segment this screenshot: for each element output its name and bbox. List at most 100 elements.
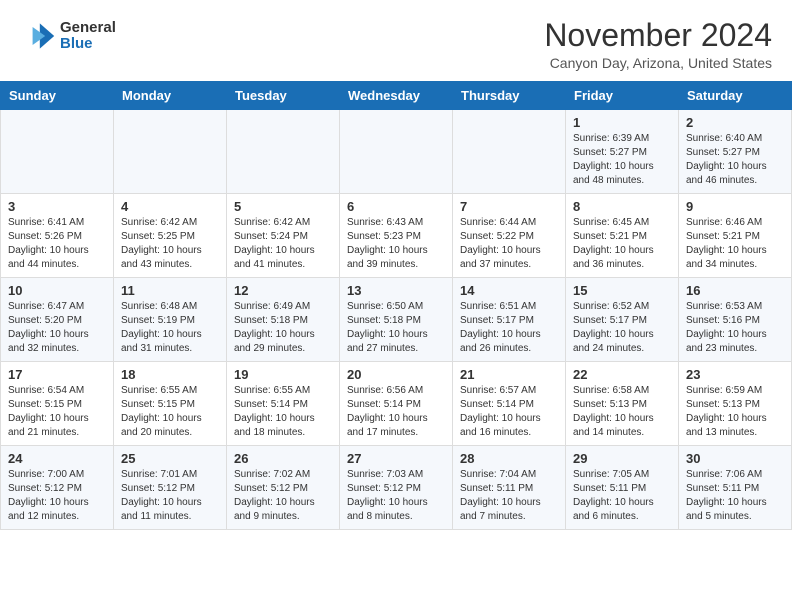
- weekday-header-tuesday: Tuesday: [227, 82, 340, 110]
- weekday-header-thursday: Thursday: [453, 82, 566, 110]
- day-number: 24: [8, 451, 106, 466]
- day-info: Sunrise: 6:39 AM Sunset: 5:27 PM Dayligh…: [573, 132, 671, 188]
- day-cell: 18 Sunrise: 6:55 AM Sunset: 5:15 PM Dayli…: [114, 362, 227, 446]
- logo-line1: General: [60, 20, 116, 37]
- day-number: 9: [686, 199, 784, 214]
- day-info: Sunrise: 6:51 AM Sunset: 5:17 PM Dayligh…: [460, 300, 558, 356]
- day-number: 18: [121, 367, 219, 382]
- day-info: Sunrise: 6:52 AM Sunset: 5:17 PM Dayligh…: [573, 300, 671, 356]
- logo-line2: Blue: [60, 36, 116, 53]
- day-info: Sunrise: 6:56 AM Sunset: 5:14 PM Dayligh…: [347, 384, 445, 440]
- logo-text: General Blue: [60, 20, 116, 53]
- day-cell: 4 Sunrise: 6:42 AM Sunset: 5:25 PM Daylig…: [114, 194, 227, 278]
- weekday-header-monday: Monday: [114, 82, 227, 110]
- day-info: Sunrise: 6:49 AM Sunset: 5:18 PM Dayligh…: [234, 300, 332, 356]
- day-cell: 22 Sunrise: 6:58 AM Sunset: 5:13 PM Dayli…: [566, 362, 679, 446]
- weekday-header-saturday: Saturday: [679, 82, 792, 110]
- month-title: November 2024: [544, 18, 772, 53]
- page: General Blue November 2024 Canyon Day, A…: [0, 0, 792, 530]
- day-number: 5: [234, 199, 332, 214]
- day-cell: 27Sunrise: 7:03 AM Sunset: 5:12 PM Dayli…: [340, 446, 453, 530]
- day-number: 22: [573, 367, 671, 382]
- day-cell: 8Sunrise: 6:45 AM Sunset: 5:21 PM Daylig…: [566, 194, 679, 278]
- day-number: 13: [347, 283, 445, 298]
- day-number: 7: [460, 199, 558, 214]
- day-cell: 30 Sunrise: 7:06 AM Sunset: 5:11 PM Dayli…: [679, 446, 792, 530]
- day-cell: [340, 110, 453, 194]
- day-info: Sunrise: 6:58 AM Sunset: 5:13 PM Dayligh…: [573, 384, 671, 440]
- header: General Blue November 2024 Canyon Day, A…: [0, 0, 792, 81]
- day-cell: [114, 110, 227, 194]
- day-info: Sunrise: 6:55 AM Sunset: 5:15 PM Dayligh…: [121, 384, 219, 440]
- day-number: 15: [573, 283, 671, 298]
- day-info: Sunrise: 7:06 AM Sunset: 5:11 PM Dayligh…: [686, 468, 784, 524]
- day-info: Sunrise: 7:02 AM Sunset: 5:12 PM Dayligh…: [234, 468, 332, 524]
- day-cell: 11Sunrise: 6:48 AM Sunset: 5:19 PM Dayli…: [114, 278, 227, 362]
- day-cell: 19 Sunrise: 6:55 AM Sunset: 5:14 PM Dayli…: [227, 362, 340, 446]
- day-info: Sunrise: 6:42 AM Sunset: 5:25 PM Dayligh…: [121, 216, 219, 272]
- day-cell: 9 Sunrise: 6:46 AM Sunset: 5:21 PM Daylig…: [679, 194, 792, 278]
- logo: General Blue: [20, 18, 116, 54]
- day-cell: 25 Sunrise: 7:01 AM Sunset: 5:12 PM Dayli…: [114, 446, 227, 530]
- day-info: Sunrise: 6:42 AM Sunset: 5:24 PM Dayligh…: [234, 216, 332, 272]
- day-cell: [453, 110, 566, 194]
- day-info: Sunrise: 7:01 AM Sunset: 5:12 PM Dayligh…: [121, 468, 219, 524]
- day-info: Sunrise: 6:40 AM Sunset: 5:27 PM Dayligh…: [686, 132, 784, 188]
- day-info: Sunrise: 6:46 AM Sunset: 5:21 PM Dayligh…: [686, 216, 784, 272]
- day-number: 12: [234, 283, 332, 298]
- day-cell: 15 Sunrise: 6:52 AM Sunset: 5:17 PM Dayli…: [566, 278, 679, 362]
- day-info: Sunrise: 6:44 AM Sunset: 5:22 PM Dayligh…: [460, 216, 558, 272]
- day-cell: 16 Sunrise: 6:53 AM Sunset: 5:16 PM Dayli…: [679, 278, 792, 362]
- week-row-4: 24Sunrise: 7:00 AM Sunset: 5:12 PM Dayli…: [1, 446, 792, 530]
- day-number: 8: [573, 199, 671, 214]
- title-area: November 2024 Canyon Day, Arizona, Unite…: [544, 18, 772, 71]
- day-number: 21: [460, 367, 558, 382]
- day-cell: 28 Sunrise: 7:04 AM Sunset: 5:11 PM Dayli…: [453, 446, 566, 530]
- day-cell: 17Sunrise: 6:54 AM Sunset: 5:15 PM Dayli…: [1, 362, 114, 446]
- day-number: 3: [8, 199, 106, 214]
- day-cell: 7 Sunrise: 6:44 AM Sunset: 5:22 PM Daylig…: [453, 194, 566, 278]
- day-number: 30: [686, 451, 784, 466]
- day-number: 25: [121, 451, 219, 466]
- day-info: Sunrise: 7:05 AM Sunset: 5:11 PM Dayligh…: [573, 468, 671, 524]
- day-cell: 20 Sunrise: 6:56 AM Sunset: 5:14 PM Dayli…: [340, 362, 453, 446]
- day-info: Sunrise: 7:04 AM Sunset: 5:11 PM Dayligh…: [460, 468, 558, 524]
- calendar: SundayMondayTuesdayWednesdayThursdayFrid…: [0, 81, 792, 530]
- day-number: 26: [234, 451, 332, 466]
- day-info: Sunrise: 6:47 AM Sunset: 5:20 PM Dayligh…: [8, 300, 106, 356]
- day-cell: [227, 110, 340, 194]
- day-info: Sunrise: 6:53 AM Sunset: 5:16 PM Dayligh…: [686, 300, 784, 356]
- day-info: Sunrise: 6:54 AM Sunset: 5:15 PM Dayligh…: [8, 384, 106, 440]
- weekday-header-friday: Friday: [566, 82, 679, 110]
- day-cell: 13Sunrise: 6:50 AM Sunset: 5:18 PM Dayli…: [340, 278, 453, 362]
- day-cell: 26 Sunrise: 7:02 AM Sunset: 5:12 PM Dayli…: [227, 446, 340, 530]
- day-number: 14: [460, 283, 558, 298]
- day-cell: 10 Sunrise: 6:47 AM Sunset: 5:20 PM Dayli…: [1, 278, 114, 362]
- day-number: 23: [686, 367, 784, 382]
- day-cell: 6 Sunrise: 6:43 AM Sunset: 5:23 PM Daylig…: [340, 194, 453, 278]
- day-cell: 5 Sunrise: 6:42 AM Sunset: 5:24 PM Daylig…: [227, 194, 340, 278]
- weekday-header-wednesday: Wednesday: [340, 82, 453, 110]
- day-number: 19: [234, 367, 332, 382]
- week-row-2: 10 Sunrise: 6:47 AM Sunset: 5:20 PM Dayli…: [1, 278, 792, 362]
- day-number: 10: [8, 283, 106, 298]
- day-info: Sunrise: 6:55 AM Sunset: 5:14 PM Dayligh…: [234, 384, 332, 440]
- day-cell: 21 Sunrise: 6:57 AM Sunset: 5:14 PM Dayli…: [453, 362, 566, 446]
- day-number: 6: [347, 199, 445, 214]
- logo-icon: [20, 18, 56, 54]
- day-info: Sunrise: 6:41 AM Sunset: 5:26 PM Dayligh…: [8, 216, 106, 272]
- day-info: Sunrise: 6:48 AM Sunset: 5:19 PM Dayligh…: [121, 300, 219, 356]
- week-row-1: 3 Sunrise: 6:41 AM Sunset: 5:26 PM Daylig…: [1, 194, 792, 278]
- day-cell: 23Sunrise: 6:59 AM Sunset: 5:13 PM Dayli…: [679, 362, 792, 446]
- day-info: Sunrise: 6:43 AM Sunset: 5:23 PM Dayligh…: [347, 216, 445, 272]
- day-number: 28: [460, 451, 558, 466]
- day-info: Sunrise: 6:57 AM Sunset: 5:14 PM Dayligh…: [460, 384, 558, 440]
- day-cell: 3 Sunrise: 6:41 AM Sunset: 5:26 PM Daylig…: [1, 194, 114, 278]
- weekday-header-row: SundayMondayTuesdayWednesdayThursdayFrid…: [1, 82, 792, 110]
- day-cell: [1, 110, 114, 194]
- day-number: 29: [573, 451, 671, 466]
- day-number: 1: [573, 115, 671, 130]
- day-number: 16: [686, 283, 784, 298]
- day-number: 20: [347, 367, 445, 382]
- day-number: 4: [121, 199, 219, 214]
